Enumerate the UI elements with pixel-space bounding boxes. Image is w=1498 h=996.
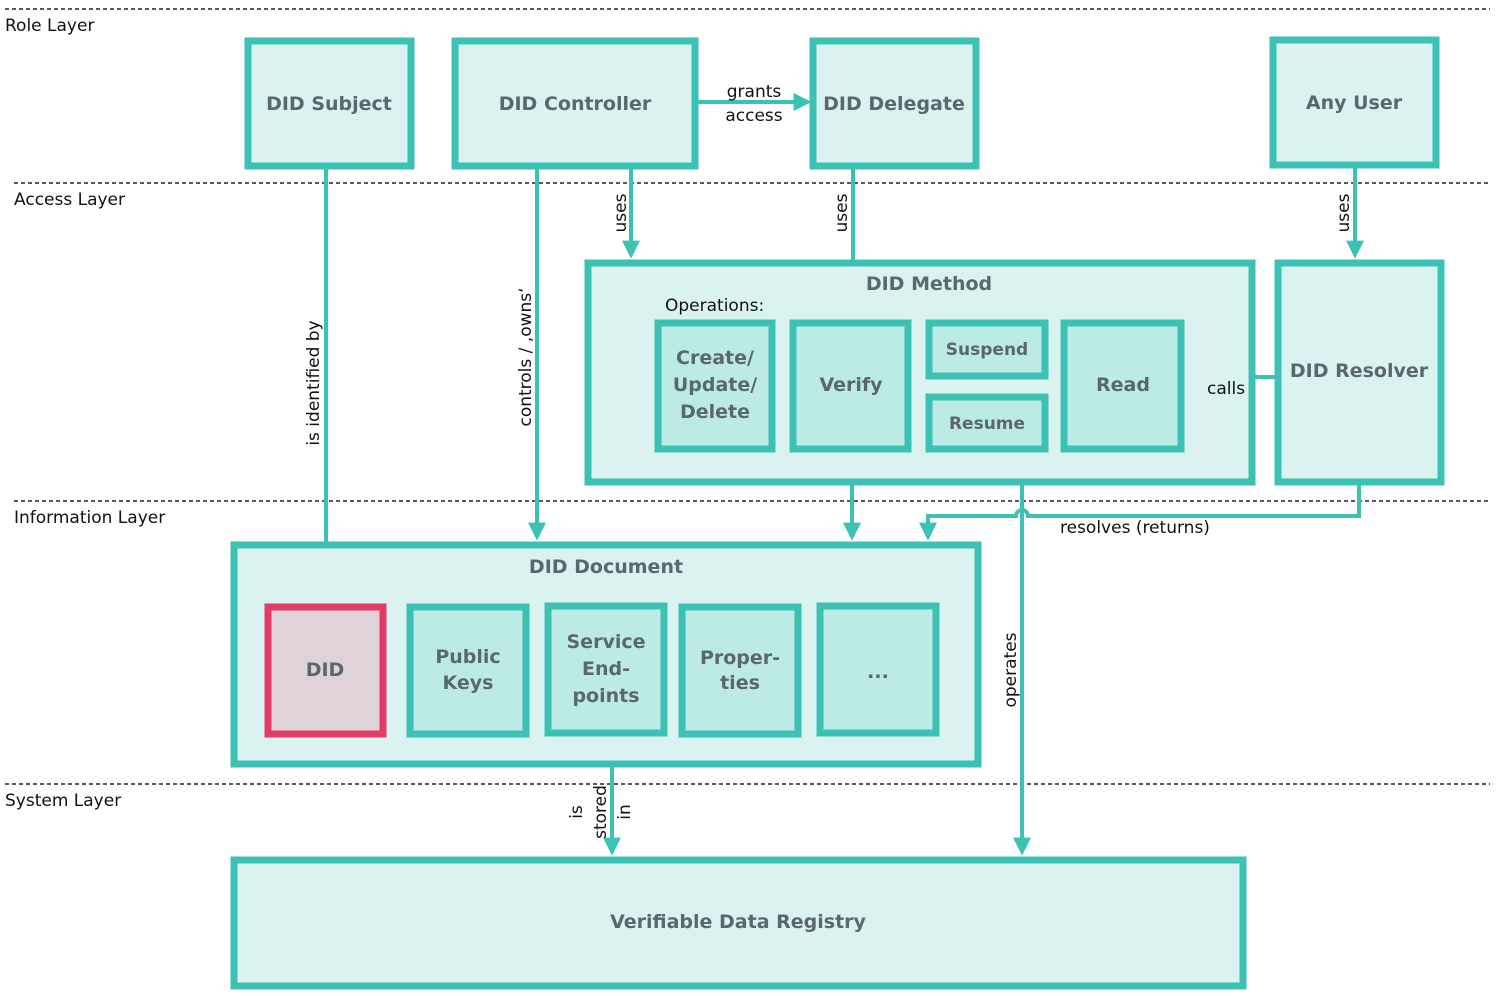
- access-layer-label: Access Layer: [14, 190, 125, 210]
- svg-text:Any User: Any User: [1306, 92, 1403, 114]
- properties-element[interactable]: Proper- ties: [678, 603, 802, 738]
- calls-label: calls: [1207, 379, 1245, 399]
- uses-label-anyuser: uses: [1334, 193, 1354, 232]
- public-keys-element[interactable]: Public Keys: [406, 603, 530, 738]
- svg-text:End-: End-: [582, 658, 630, 680]
- resolves-label: resolves (returns): [1060, 518, 1210, 538]
- op-verify[interactable]: Verify: [789, 319, 912, 453]
- any-user-box[interactable]: Any User: [1269, 36, 1440, 169]
- svg-text:Delete: Delete: [680, 401, 750, 423]
- svg-text:Resume: Resume: [949, 414, 1025, 434]
- svg-text:DID Document: DID Document: [529, 556, 683, 578]
- stored-label: stored: [591, 785, 611, 839]
- op-create-update-delete[interactable]: Create/ Update/ Delete: [654, 319, 776, 453]
- is-label: is: [567, 805, 587, 819]
- role-layer-label: Role Layer: [5, 16, 94, 36]
- in-label: in: [615, 804, 635, 820]
- did-element[interactable]: DID: [264, 603, 387, 738]
- op-resume[interactable]: Resume: [925, 393, 1049, 453]
- did-resolver-box[interactable]: DID Resolver: [1274, 259, 1445, 486]
- did-delegate-box[interactable]: DID Delegate: [809, 37, 980, 170]
- svg-text:Verifiable Data Registry: Verifiable Data Registry: [610, 911, 866, 933]
- svg-text:...: ...: [867, 661, 889, 683]
- svg-text:DID Controller: DID Controller: [499, 93, 652, 115]
- service-endpoints-element[interactable]: Service End- points: [544, 602, 668, 737]
- operates-label: operates: [1001, 632, 1021, 707]
- svg-text:Proper-: Proper-: [700, 647, 780, 669]
- svg-text:Keys: Keys: [443, 672, 494, 694]
- svg-text:Create/: Create/: [676, 347, 754, 369]
- information-layer-label: Information Layer: [14, 508, 165, 528]
- uses-label-delegate: uses: [832, 193, 852, 232]
- svg-text:Suspend: Suspend: [946, 340, 1028, 360]
- uses-label-controller: uses: [611, 193, 631, 232]
- more-element[interactable]: ...: [816, 602, 940, 737]
- system-layer-label: System Layer: [5, 791, 121, 811]
- svg-text:points: points: [572, 685, 639, 707]
- controls-owns-label: controls / ‚owns‘: [516, 287, 536, 426]
- svg-text:DID Method: DID Method: [866, 273, 992, 295]
- verifiable-data-registry-box[interactable]: Verifiable Data Registry: [230, 856, 1247, 990]
- grants-label: grants: [727, 82, 782, 102]
- svg-text:DID Resolver: DID Resolver: [1290, 360, 1429, 382]
- svg-text:Update/: Update/: [673, 374, 757, 396]
- svg-text:ties: ties: [720, 672, 760, 694]
- is-identified-by-label: is identified by: [304, 320, 324, 445]
- svg-text:Read: Read: [1096, 374, 1150, 396]
- did-subject-box[interactable]: DID Subject: [244, 37, 415, 170]
- operations-label: Operations:: [665, 296, 764, 316]
- svg-text:Verify: Verify: [819, 374, 883, 396]
- op-read[interactable]: Read: [1060, 319, 1185, 453]
- svg-text:Public: Public: [435, 646, 500, 668]
- svg-text:DID Delegate: DID Delegate: [823, 93, 965, 115]
- access-label: access: [725, 106, 782, 126]
- svg-text:DID Subject: DID Subject: [266, 93, 392, 115]
- svg-text:DID: DID: [306, 659, 345, 681]
- svg-text:Service: Service: [567, 631, 646, 653]
- did-controller-box[interactable]: DID Controller: [451, 37, 699, 170]
- did-architecture-diagram: Role Layer Access Layer Information Laye…: [5, 8, 1490, 990]
- op-suspend[interactable]: Suspend: [925, 319, 1049, 380]
